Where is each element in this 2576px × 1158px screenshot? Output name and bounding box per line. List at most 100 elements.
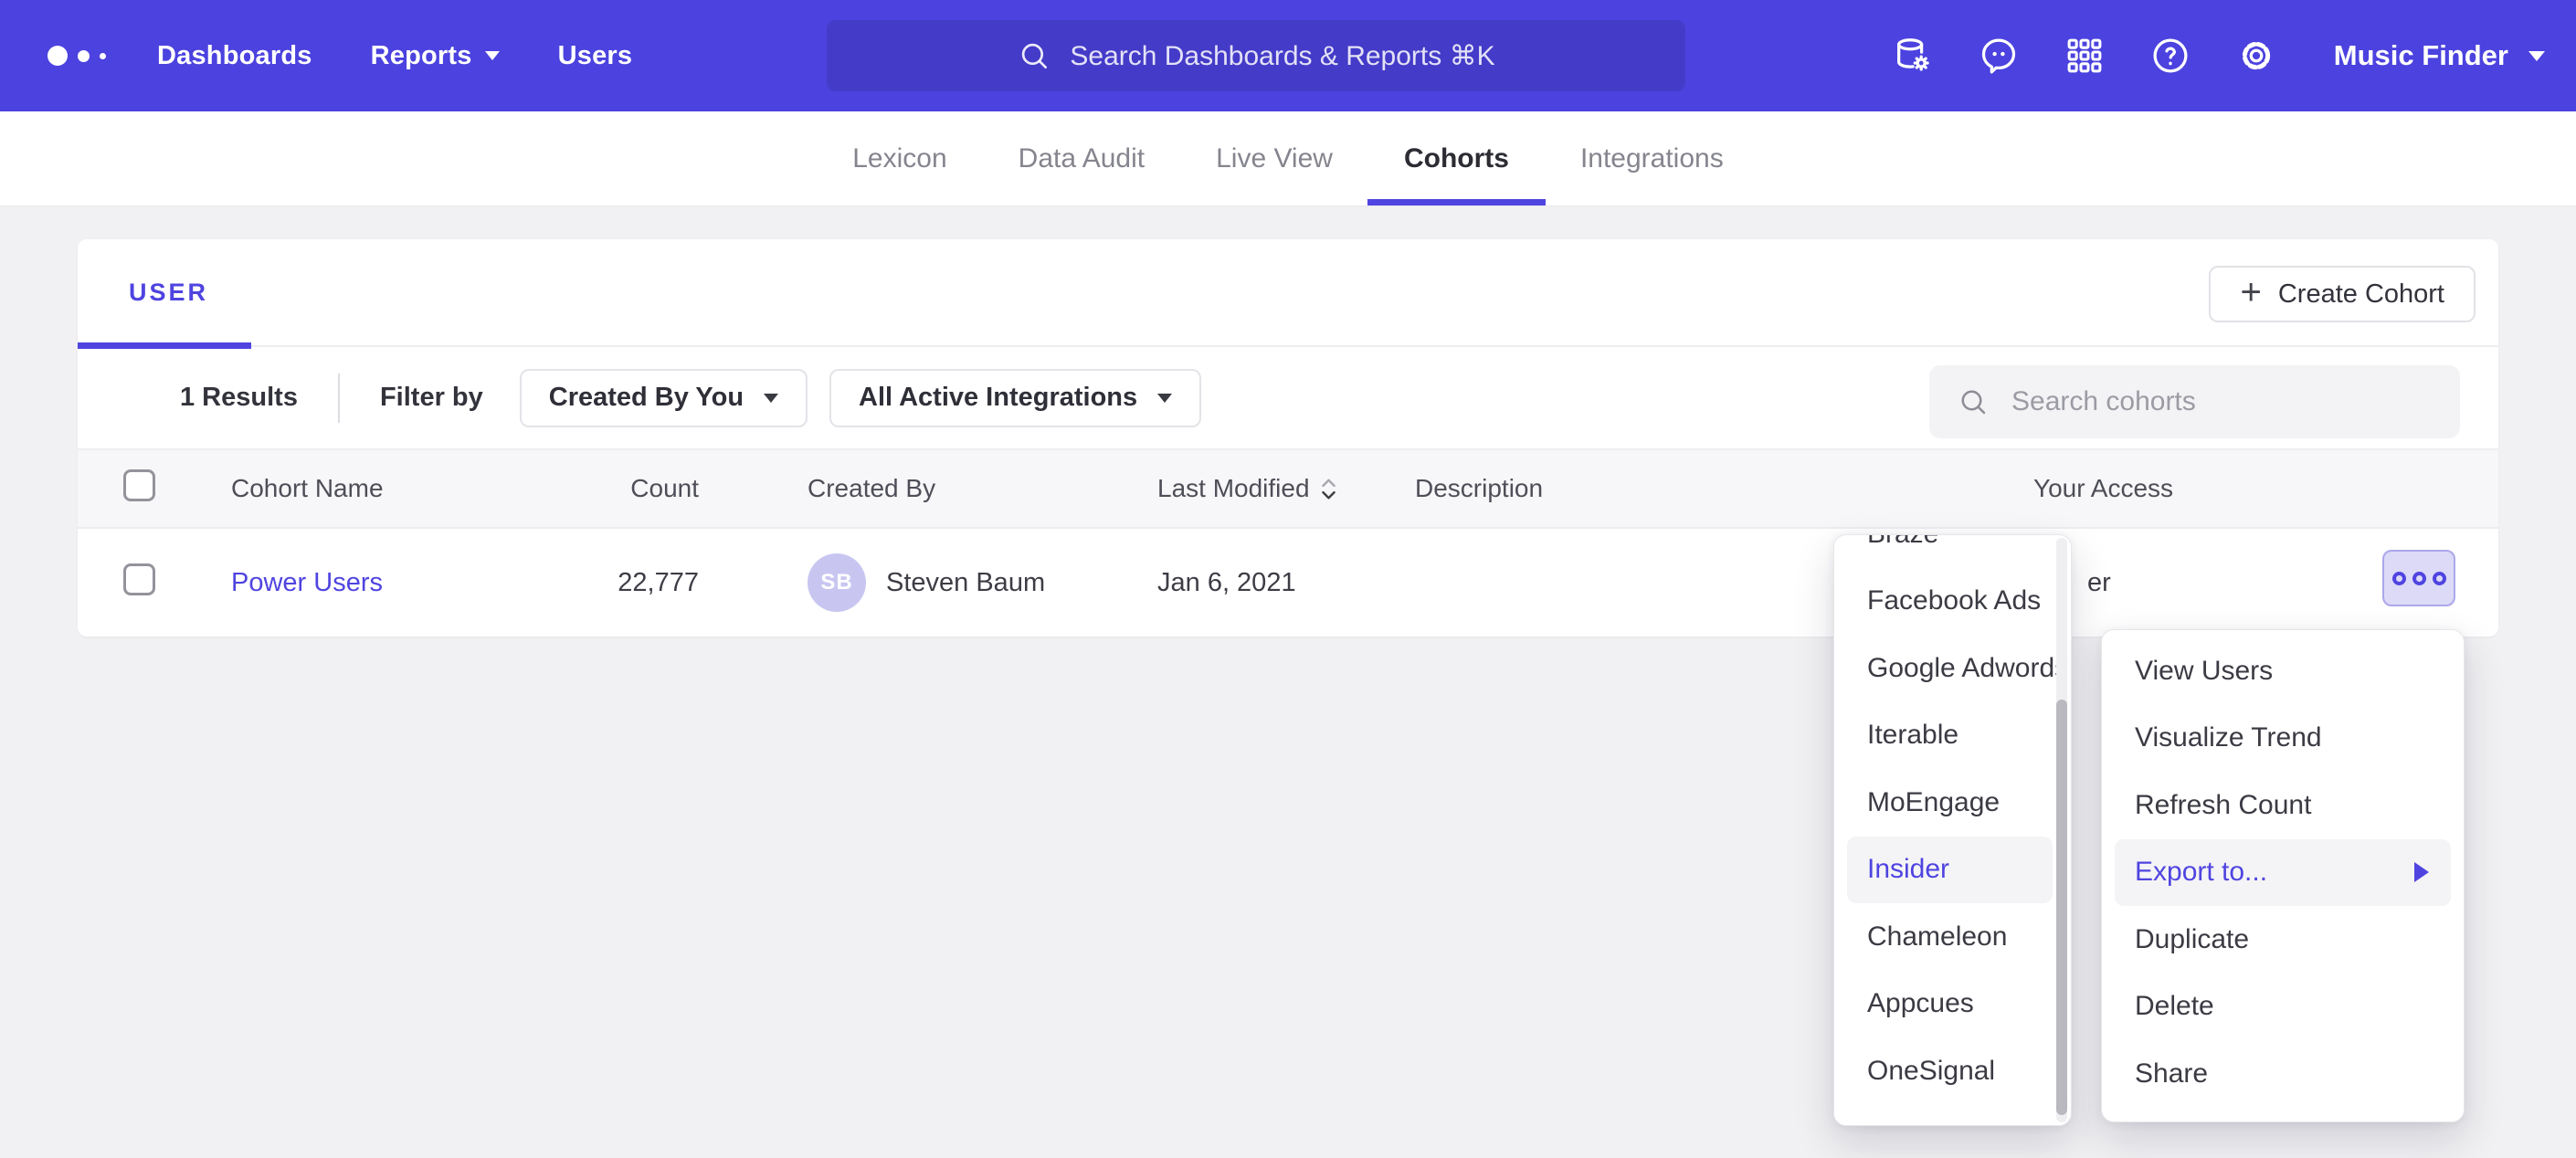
create-cohort-label: Create Cohort [2278,279,2444,310]
filter-row: 1 Results Filter by Created By You All A… [78,347,2498,450]
context-menu-label: Duplicate [2135,924,2249,955]
content: USER + Create Cohort 1 Results Filter by… [0,206,2576,637]
logo-dot [100,53,106,59]
export-target-item[interactable]: Chameleon [1834,903,2071,971]
help-icon[interactable] [2149,35,2191,77]
section-tab[interactable]: Data Audit [1019,111,1145,205]
cohort-name-link[interactable]: Power Users [231,568,383,597]
filter-dropdown[interactable]: All Active Integrations [829,369,1201,427]
header-cohort-name: Cohort Name [231,474,589,503]
search-cohorts-input[interactable]: Search cohorts [1929,365,2460,438]
export-target-item[interactable]: Iterable [1834,702,2071,770]
your-access-value: er [2087,568,2111,597]
results-count: 1 Results [180,383,298,413]
section-tab-label: Data Audit [1019,143,1145,174]
section-tab[interactable]: Cohorts [1404,111,1509,205]
logo-dot [78,50,90,62]
data-management-icon[interactable] [1892,35,1934,77]
section-tab[interactable]: Integrations [1580,111,1724,205]
export-target-item[interactable]: OneSignal [1834,1037,2071,1105]
cohort-type-row: USER + Create Cohort [78,239,2498,347]
sort-icon [1321,477,1336,501]
context-menu-list: View Users Visualize Trend Refresh Count… [2102,630,2464,1108]
scrollbar-thumb[interactable] [2056,700,2067,1115]
export-target-label: MoEngage [1867,787,2000,818]
export-target-item[interactable]: Insider [1847,837,2053,904]
header-last-modified: Last Modified [1157,474,1310,503]
submenu-arrow-icon [2414,862,2429,882]
create-cohort-button[interactable]: + Create Cohort [2209,266,2476,322]
export-target-label: Insider [1867,854,1949,885]
export-target-item[interactable]: Braze [1834,534,2071,568]
cohorts-panel: USER + Create Cohort 1 Results Filter by… [78,239,2498,637]
context-menu-label: Delete [2135,991,2214,1022]
chevron-down-icon [1157,394,1172,403]
settings-gear-icon[interactable] [2235,35,2277,77]
filter-dropdown[interactable]: Created By You [520,369,808,427]
tab-user[interactable]: USER [129,279,208,307]
top-nav-item[interactable]: Reports [371,41,500,71]
search-icon [1957,385,1990,418]
context-menu-label: Share [2135,1058,2208,1090]
row-actions-button[interactable] [2382,550,2455,606]
section-tab[interactable]: Lexicon [852,111,946,205]
apps-grid-icon[interactable] [2064,35,2106,77]
context-menu-item[interactable]: Duplicate [2102,906,2464,974]
filter-by-label: Filter by [380,383,483,413]
context-menu-item[interactable]: Share [2102,1040,2464,1108]
select-all-checkbox[interactable] [123,469,155,501]
section-tabs: Lexicon Data Audit Live View Cohorts Int… [0,111,2576,206]
table-row: Power Users 22,777 SB Steven Baum Jan 6,… [78,529,2498,637]
chevron-down-icon [764,394,778,403]
context-menu-item[interactable]: Export to... [2115,839,2451,907]
export-target-label: OneSignal [1867,1056,1995,1087]
row-context-menu: View Users Visualize Trend Refresh Count… [2101,629,2465,1122]
context-menu-item[interactable]: Visualize Trend [2102,705,2464,773]
export-target-label: Iterable [1867,720,1958,751]
filter-buttons: Created By You All Active Integrations [520,369,1201,427]
filter-dropdown-label: All Active Integrations [859,383,1137,413]
context-menu-item[interactable]: Delete [2102,974,2464,1041]
export-target-item[interactable]: Google Adwords [1834,635,2071,702]
last-modified-date: Jan 6, 2021 [1157,568,1415,598]
top-navigation: Dashboards Reports Users [157,41,632,71]
plus-icon: + [2240,274,2261,311]
top-nav-label: Dashboards [157,41,312,71]
dot-icon [2392,572,2406,585]
top-nav-label: Reports [371,41,472,71]
project-name: Music Finder [2334,39,2508,72]
topbar: Dashboards Reports Users Search Dashboar… [0,0,2576,111]
context-menu-label: View Users [2135,656,2273,687]
context-menu-label: Export to... [2135,857,2267,888]
context-menu-item[interactable]: Refresh Count [2102,772,2464,839]
logo-dot [48,46,68,66]
section-tab[interactable]: Live View [1216,111,1333,205]
row-checkbox[interactable] [123,563,155,595]
page: { "colors": { "accent": "#4f44e0", "topb… [0,0,2576,1158]
cohort-count: 22,777 [589,568,699,598]
export-target-label: Braze [1867,534,1938,550]
export-target-item[interactable]: Appcues [1834,971,2071,1038]
chevron-down-icon [485,51,500,60]
search-icon [1017,38,1051,73]
context-menu-item[interactable]: View Users [2102,637,2464,705]
table-header: Cohort Name Count Created By Last Modifi… [78,450,2498,529]
export-submenu: Braze Facebook Ads Google Adwords Iterab… [1833,534,2072,1126]
export-target-item[interactable]: MoEngage [1834,769,2071,837]
feedback-icon[interactable] [1978,35,2020,77]
export-target-item[interactable]: Facebook Ads [1834,568,2071,636]
section-tab-label: Integrations [1580,143,1724,174]
top-nav-item[interactable]: Dashboards [157,41,312,71]
header-count: Count [589,474,699,503]
dot-icon [2412,572,2426,585]
top-nav-item[interactable]: Users [558,41,633,71]
project-switcher[interactable]: Music Finder [2334,39,2545,72]
global-search-input[interactable]: Search Dashboards & Reports ⌘K [827,20,1685,91]
app-logo-icon[interactable] [48,46,106,66]
export-submenu-list: Braze Facebook Ads Google Adwords Iterab… [1834,534,2071,1105]
export-target-label: Chameleon [1867,921,2007,953]
section-tab-label: Cohorts [1404,143,1509,174]
header-last-modified-sort[interactable]: Last Modified [1157,474,1415,503]
topbar-actions: Music Finder [1892,35,2545,77]
filter-dropdown-label: Created By You [549,383,744,413]
